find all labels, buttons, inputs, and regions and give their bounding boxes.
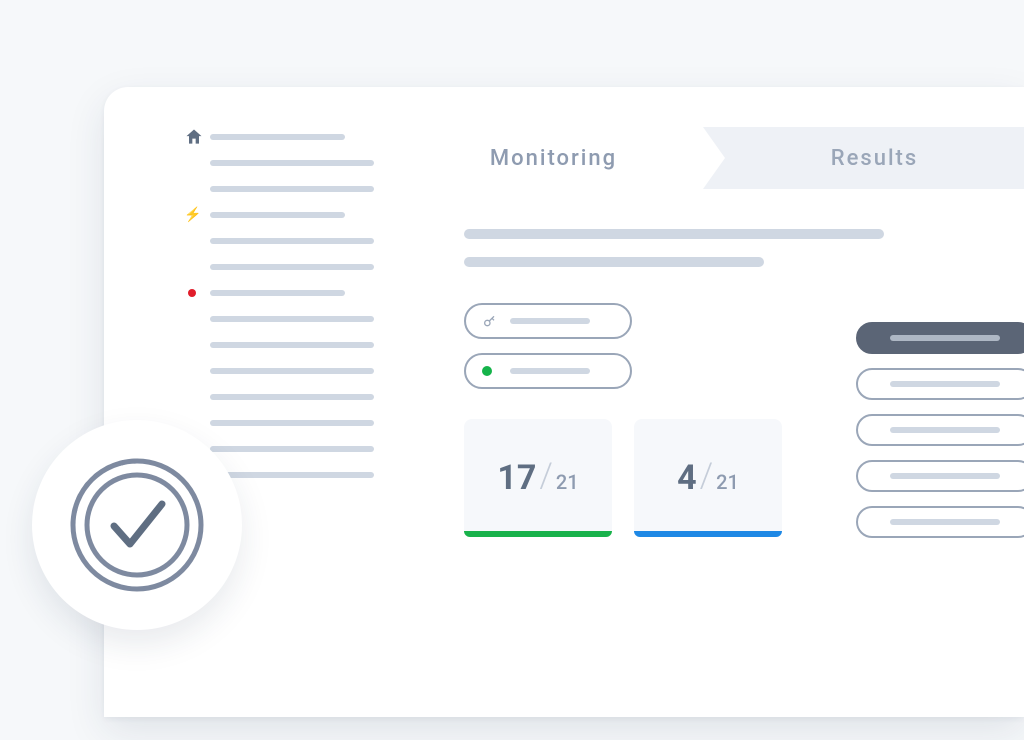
sidebar-item[interactable]	[184, 309, 374, 329]
sidebar-item[interactable]	[184, 153, 374, 173]
key-icon	[482, 313, 504, 329]
pill-item-1[interactable]	[856, 368, 1024, 400]
sidebar-item[interactable]	[184, 361, 374, 381]
status-dot-icon	[482, 366, 504, 376]
heading-placeholder	[464, 229, 884, 239]
check-icon	[52, 440, 222, 610]
subheading-placeholder	[464, 257, 764, 267]
sidebar-item-warning[interactable]	[184, 283, 374, 303]
pill-list	[856, 322, 1024, 538]
sidebar-item[interactable]	[184, 413, 374, 433]
tab-bar: Monitoring Results	[404, 127, 1024, 189]
tab-results[interactable]: Results	[703, 127, 1024, 189]
stat2-total: 21	[716, 470, 739, 494]
pill-item-3[interactable]	[856, 460, 1024, 492]
stat2-value: 4	[677, 458, 697, 498]
pill-item-4[interactable]	[856, 506, 1024, 538]
stat-card-1[interactable]: 17 / 21	[464, 419, 612, 537]
canvas: ⚡ Monitoring Results	[0, 0, 1024, 740]
sidebar: ⚡	[184, 127, 374, 491]
sidebar-item[interactable]	[184, 179, 374, 199]
stat1-value: 17	[497, 458, 536, 498]
check-badge	[32, 420, 242, 630]
sidebar-item-alerts[interactable]: ⚡	[184, 205, 374, 225]
pill-item-0[interactable]	[856, 322, 1024, 354]
sidebar-item-home[interactable]	[184, 127, 374, 147]
filter-key-label	[510, 318, 590, 324]
pill-item-2[interactable]	[856, 414, 1024, 446]
app-window: ⚡ Monitoring Results	[104, 87, 1024, 717]
stat-card-2[interactable]: 4 / 21	[634, 419, 782, 537]
bolt-icon: ⚡	[184, 207, 210, 223]
stat1-total: 21	[556, 470, 579, 494]
filter-key[interactable]	[464, 303, 632, 339]
sidebar-item[interactable]	[184, 231, 374, 251]
sidebar-item[interactable]	[184, 387, 374, 407]
filter-status[interactable]	[464, 353, 632, 389]
home-icon	[184, 127, 210, 147]
sidebar-item[interactable]	[184, 335, 374, 355]
sidebar-item[interactable]	[184, 257, 374, 277]
dot-red-icon	[184, 289, 210, 297]
filter-status-label	[510, 368, 590, 374]
tab-monitoring[interactable]: Monitoring	[404, 127, 703, 189]
